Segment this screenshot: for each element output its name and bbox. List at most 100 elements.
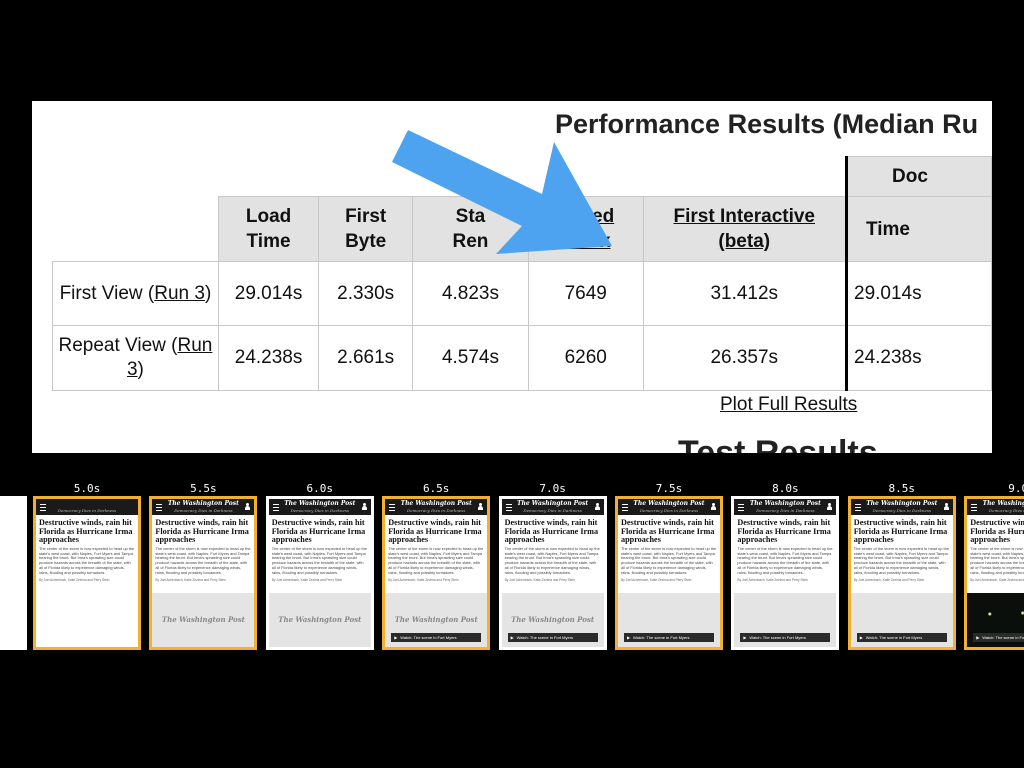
article-headline: Destructive winds, rain hit Florida as H…	[39, 518, 133, 545]
tagline: Democracy Dies in Darkness	[639, 508, 699, 513]
article-byline: By Joel Achenbach, Katie Zezima and Perr…	[155, 577, 226, 582]
doc-complete-group-header: Doc	[845, 156, 992, 197]
frame-time-label: 8.5s	[888, 482, 916, 495]
tagline: Democracy Dies in Darkness	[872, 508, 931, 513]
row-label-first-view: First View (Run 3)	[52, 261, 219, 326]
col-first-interactive[interactable]: First Interactive (beta)	[642, 196, 848, 262]
tagline: Democracy Dies in Darkness	[174, 508, 233, 513]
article-byline: By Joel Achenbach, Katie Zezima and Perr…	[271, 577, 343, 582]
row-label-repeat-view: Repeat View (Run 3)	[52, 325, 219, 391]
article-summary: The center of the storm is now expected …	[970, 545, 1024, 575]
article-headline: Destructive winds, rain hit Florida as H…	[621, 518, 715, 545]
user-icon	[478, 503, 484, 510]
filmstrip-frame[interactable]: The Washington PostDemocracy Dies in Dar…	[964, 496, 1024, 650]
cell-speed-index: 7649	[527, 261, 644, 326]
media-placeholder: The Washington Post	[152, 593, 255, 647]
media-placeholder: The Washington Post Watch: The scene in F…	[501, 593, 604, 647]
article-byline: By Joel Achenbach, Katie Zezima and Perr…	[504, 577, 575, 582]
frame-time-label: 6.0s	[306, 482, 334, 495]
site-header: The Washington PostDemocracy Dies in Dar…	[734, 499, 837, 515]
cell-first-interactive: 31.412s	[642, 261, 848, 326]
cell-start-render: 4.574s	[412, 325, 529, 391]
frame-time-label: 7.0s	[539, 482, 566, 495]
article-summary: The center of the storm is now expected …	[388, 545, 484, 575]
masthead: The Washington Post	[517, 500, 589, 507]
filmstrip-frame[interactable]: The Washington PostDemocracy Dies in Dar…	[615, 496, 723, 650]
masthead: The Washington Post	[167, 500, 239, 507]
article-byline: By Joel Achenbach, Katie Zezima and Perr…	[970, 577, 1024, 582]
washington-post-logo: The Washington Post	[161, 615, 245, 624]
frame-time-label: 8.0s	[772, 482, 799, 495]
tagline: Democracy Dies in Darkness	[57, 508, 117, 513]
site-header: The Washington PostDemocracy Dies in Dar…	[268, 499, 371, 515]
article-summary: The center of the storm is now expected …	[621, 545, 717, 575]
tagline: Democracy Dies in Darkness	[989, 508, 1024, 513]
tagline: Democracy Dies in Darkness	[290, 508, 349, 513]
site-header: The Washington PostDemocracy Dies in Dar…	[385, 499, 488, 515]
frame-time-label: 7.5s	[655, 482, 683, 495]
masthead: The Washington Post	[866, 500, 938, 507]
cell-first-interactive: 26.357s	[642, 325, 848, 391]
cell-start-render: 4.823s	[412, 261, 529, 326]
frame-time-label: 5.5s	[190, 482, 217, 495]
article-summary: The center of the storm is now expected …	[504, 545, 600, 575]
filmstrip-frame[interactable]: The Washington PostDemocracy Dies in Dar…	[382, 496, 491, 650]
article-headline: Destructive winds, rain hit Florida as H…	[970, 518, 1024, 545]
plot-full-results-link[interactable]: Plot Full Results	[720, 394, 857, 416]
cell-doc-time: 24.238s	[845, 325, 992, 391]
article-byline: By Joel Achenbach, Katie Zezima and Perr…	[39, 577, 110, 582]
article-summary: The center of the storm is now expected …	[271, 545, 367, 575]
cell-speed-index: 6260	[527, 325, 644, 391]
filmstrip-frame[interactable]: Democracy Dies in Darkness Destructive wi…	[33, 496, 141, 650]
col-doc-time: Time	[845, 196, 992, 262]
filmstrip-frame[interactable]: The Washington PostDemocracy Dies in Dar…	[498, 496, 607, 650]
user-icon	[711, 503, 716, 510]
user-icon	[594, 503, 600, 510]
run-3-link[interactable]: Run 3	[154, 283, 205, 304]
article-summary: The center of the storm is now expected …	[737, 545, 833, 575]
site-header: The Washington PostDemocracy Dies in Dar…	[850, 499, 953, 515]
frame-time-label: 9.0	[1008, 482, 1024, 495]
article-byline: By Joel Achenbach, Katie Zezima and Perr…	[621, 577, 692, 582]
filmstrip-frame[interactable]: The Washington PostDemocracy Dies in Dar…	[265, 496, 374, 650]
tagline: Democracy Dies in Darkness	[523, 508, 582, 513]
media-placeholder: The Washington Post	[268, 593, 371, 647]
masthead: The Washington Post	[749, 500, 821, 507]
article-summary: The center of the storm is now expected …	[155, 545, 251, 575]
table-row-repeat-view: Repeat View (Run 3) 24.238s 2.661s 4.574…	[52, 325, 992, 391]
masthead: The Washington Post	[284, 500, 356, 507]
watch-video-bar: Watch: The scene in Fort Myers	[856, 633, 947, 642]
cell-first-byte: 2.330s	[318, 261, 414, 326]
col-load-time: Load Time	[217, 196, 320, 262]
washington-post-logo: The Washington Post	[278, 615, 362, 624]
filmstrip-frame[interactable]: The Washington PostDemocracy Dies in Dar…	[847, 496, 956, 650]
article-headline: Destructive winds, rain hit Florida as H…	[737, 518, 831, 545]
watch-video-bar: Watch: The scene in Fort Myers	[391, 633, 482, 642]
masthead: The Washington Post	[400, 500, 472, 507]
article-byline: By Joel Achenbach, Katie Zezima and Perr…	[388, 577, 459, 582]
article-headline: Destructive winds, rain hit Florida as H…	[388, 518, 482, 545]
frame-time-label: 5.0s	[73, 482, 101, 495]
filmstrip-frame[interactable]: The Washington PostDemocracy Dies in Dar…	[149, 496, 258, 650]
site-header: The Washington PostDemocracy Dies in Dar…	[501, 499, 604, 515]
watch-video-bar: Watch: The scene in Fort Myers	[740, 633, 831, 642]
watch-video-bar: Watch: The scene in Fort Myers	[624, 633, 714, 642]
user-icon	[245, 503, 251, 510]
site-header: Democracy Dies in Darkness	[36, 499, 138, 515]
filmstrip-frame-partial	[0, 496, 27, 650]
filmstrip-frame[interactable]: The Washington PostDemocracy Dies in Dar…	[731, 496, 840, 650]
article-byline: By Joel Achenbach, Katie Zezima and Perr…	[737, 577, 808, 582]
washington-post-logo: The Washington Post	[394, 615, 478, 624]
site-header: The Washington PostDemocracy Dies in Dar…	[618, 499, 720, 515]
article-headline: Destructive winds, rain hit Florida as H…	[853, 518, 948, 545]
tagline: Democracy Dies in Darkness	[756, 508, 815, 513]
frame-time-label: 6.5s	[422, 482, 450, 495]
masthead: The Washington Post	[982, 500, 1024, 507]
article-byline: By Joel Achenbach, Katie Zezima and Perr…	[853, 577, 925, 582]
article-summary: The center of the storm is now expected …	[39, 545, 135, 575]
watch-video-bar: Watch: The scene in Fort Myers	[507, 633, 598, 642]
test-results-title: Test Results	[678, 434, 878, 453]
video-thumbnail: Watch: The scene in Fort Myers	[967, 593, 1024, 647]
blue-arrow-annotation	[392, 130, 612, 254]
media-placeholder: Watch: The scene in Fort Myers	[850, 593, 953, 647]
